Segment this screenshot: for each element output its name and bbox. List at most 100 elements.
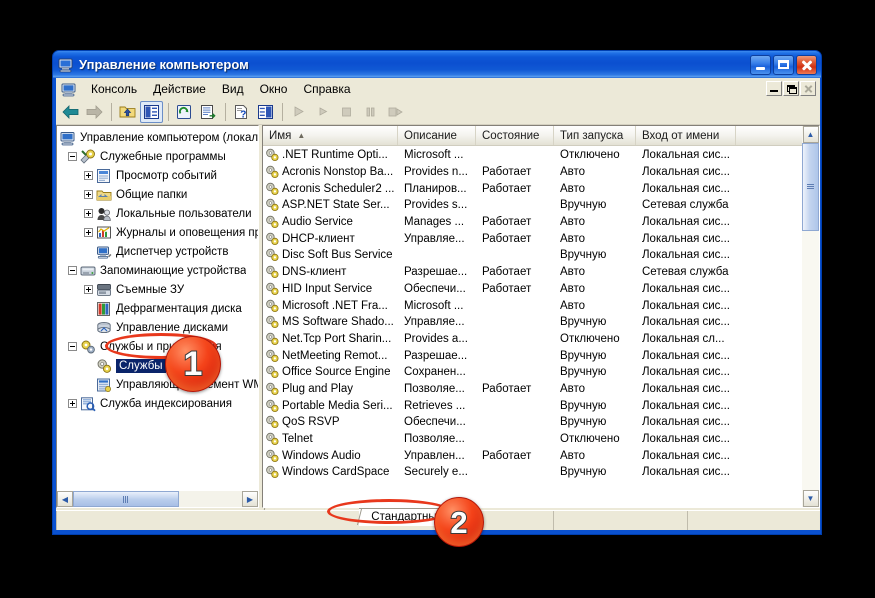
table-row[interactable]: Disc Soft Bus Service Вручную Локальная си…	[263, 247, 802, 264]
chevron-up-icon[interactable]: ▲	[802, 126, 819, 143]
tree-item-indexing-service[interactable]: Служба индексирования	[57, 394, 258, 413]
window-titlebar[interactable]: Управление компьютером	[53, 51, 821, 78]
tree-item-system-tools[interactable]: Служебные программы	[57, 147, 258, 166]
shared-folders-icon	[96, 187, 112, 203]
tree-item-storage[interactable]: Запоминающие устройства	[57, 261, 258, 280]
table-row[interactable]: Acronis Nonstop Ba... Provides n... Работа…	[263, 164, 802, 181]
cell-log-on-as: Сетевая служба	[642, 266, 729, 279]
table-row[interactable]: Windows CardSpace Securely e... Вручную Лок…	[263, 464, 802, 481]
cell-state: Работает	[482, 266, 532, 279]
cell-state: Работает	[482, 449, 532, 462]
table-row[interactable]: Telnet Позволяе... Отключено Локальная сис.…	[263, 431, 802, 448]
service-gear-icon	[265, 232, 280, 246]
show-hide-console-tree-icon[interactable]	[140, 100, 163, 123]
cell-startup-type: Отключено	[560, 149, 620, 162]
table-row[interactable]: .NET Runtime Opti... Microsoft ... Отключе…	[263, 147, 802, 164]
properties-icon[interactable]	[254, 101, 277, 123]
table-row[interactable]: DHCP-клиент Управляе... Работает Авто Локаль…	[263, 230, 802, 247]
expand-toggle-icon[interactable]	[84, 190, 93, 199]
column-header-startup-type[interactable]: Тип запуска	[554, 126, 636, 145]
cell-name: DHCP-клиент	[263, 232, 398, 246]
service-gear-icon	[265, 182, 280, 196]
sort-ascending-icon: ▲	[297, 131, 306, 140]
column-header-state[interactable]: Состояние	[476, 126, 554, 145]
up-one-level-icon[interactable]	[116, 101, 139, 123]
refresh-icon[interactable]	[173, 101, 196, 123]
tree-horizontal-scrollbar[interactable]: ◀ ▶	[57, 491, 258, 507]
cell-description: Microsoft ...	[404, 299, 464, 312]
tree-item-event-viewer[interactable]: Просмотр событий	[57, 166, 258, 185]
system-tools-icon	[80, 149, 96, 165]
expand-toggle-icon[interactable]	[84, 285, 93, 294]
expand-toggle-icon[interactable]	[84, 228, 93, 237]
tree-item-services[interactable]: Службы	[57, 356, 258, 375]
cell-name: Windows CardSpace	[263, 465, 398, 479]
menu-item-action[interactable]: Действие	[145, 80, 214, 98]
table-row[interactable]: Microsoft .NET Fra... Microsoft ... Авто Ло…	[263, 297, 802, 314]
tree-item-disk-defragmenter[interactable]: Дефрагментация диска	[57, 299, 258, 318]
menu-item-help[interactable]: Справка	[295, 80, 358, 98]
table-row[interactable]: DNS-клиент Разрешае... Работает Авто Сетевая…	[263, 264, 802, 281]
chevron-right-icon[interactable]: ▶	[242, 491, 258, 507]
column-header-extra[interactable]	[736, 126, 806, 145]
console-tree: Управление компьютером (локаль Служебные…	[57, 126, 258, 491]
table-row[interactable]: Plug and Play Позволяе... Работает Авто Лока…	[263, 381, 802, 398]
expand-toggle-icon[interactable]	[84, 209, 93, 218]
scrollbar-thumb[interactable]	[802, 143, 819, 231]
console-tree-pane[interactable]: Управление компьютером (локаль Служебные…	[56, 125, 259, 508]
table-row[interactable]: HID Input Service Обеспечи... Работает Авто…	[263, 281, 802, 298]
table-row[interactable]: Net.Tcp Port Sharin... Provides a... Отклю…	[263, 331, 802, 348]
tree-item-removable-storage[interactable]: Съемные ЗУ	[57, 280, 258, 299]
chevron-left-icon[interactable]: ◀	[57, 491, 73, 507]
toolbar: ?	[56, 99, 820, 125]
tree-item-local-users[interactable]: Локальные пользователи	[57, 204, 258, 223]
table-row[interactable]: Acronis Scheduler2 ... Планиров... Работае…	[263, 180, 802, 197]
defrag-icon	[96, 301, 112, 317]
table-row[interactable]: Office Source Engine Сохранен... Вручную Ло…	[263, 364, 802, 381]
cell-description: Retrieves ...	[404, 399, 466, 412]
list-vertical-scrollbar[interactable]: ▲ ▼	[802, 126, 819, 507]
table-row[interactable]: ASP.NET State Ser... Provides s... Вручную…	[263, 197, 802, 214]
help-icon[interactable]: ?	[230, 101, 253, 123]
table-row[interactable]: Windows Audio Управлен... Работает Авто Лока…	[263, 447, 802, 464]
cell-startup-type: Вручную	[560, 349, 607, 362]
mdi-minimize-icon[interactable]	[766, 81, 782, 96]
column-header-name[interactable]: Имя ▲	[263, 126, 398, 145]
tree-item-disk-management[interactable]: Управление дисками	[57, 318, 258, 337]
export-list-icon[interactable]	[197, 101, 220, 123]
table-row[interactable]: Portable Media Seri... Retrieves ... Вручн…	[263, 397, 802, 414]
table-row[interactable]: NetMeeting Remot... Разрешае... Вручную Лок…	[263, 347, 802, 364]
cell-startup-type: Отключено	[560, 332, 620, 345]
scrollbar-track[interactable]	[73, 491, 242, 507]
collapse-toggle-icon[interactable]	[68, 342, 77, 351]
back-icon[interactable]	[59, 101, 82, 123]
tree-item-services-and-applications[interactable]: Службы и приложения	[57, 337, 258, 356]
table-row[interactable]: QoS RSVP Обеспечи... Вручную Локальная сис.…	[263, 414, 802, 431]
tree-item-performance-logs[interactable]: Журналы и оповещения пр	[57, 223, 258, 242]
scrollbar-thumb[interactable]	[73, 491, 179, 507]
menu-item-window[interactable]: Окно	[252, 80, 296, 98]
tree-item-shared-folders[interactable]: Общие папки	[57, 185, 258, 204]
collapse-toggle-icon[interactable]	[68, 152, 77, 161]
scrollbar-track[interactable]	[802, 143, 819, 490]
cell-description: Provides n...	[404, 166, 468, 179]
expand-toggle-icon[interactable]	[68, 399, 77, 408]
column-header-log-on-as[interactable]: Вход от имени	[636, 126, 736, 145]
services-list-pane[interactable]: Имя ▲ Описание Состояние Тип запуска Вхо…	[262, 125, 820, 508]
table-row[interactable]: MS Software Shado... Управляе... Вручную Ло…	[263, 314, 802, 331]
event-viewer-icon	[96, 168, 112, 184]
mdi-restore-icon[interactable]	[783, 81, 799, 96]
maximize-icon[interactable]	[773, 54, 794, 75]
tree-item-device-manager[interactable]: Диспетчер устройств	[57, 242, 258, 261]
minimize-icon[interactable]	[750, 54, 771, 75]
column-header-description[interactable]: Описание	[398, 126, 476, 145]
menu-item-view[interactable]: Вид	[214, 80, 252, 98]
tree-item-wmi-control[interactable]: Управляющий элемент WM	[57, 375, 258, 394]
chevron-down-icon[interactable]: ▼	[802, 490, 819, 507]
expand-toggle-icon[interactable]	[84, 171, 93, 180]
close-icon[interactable]	[796, 54, 817, 75]
table-row[interactable]: Audio Service Manages ... Работает Авто Лока…	[263, 214, 802, 231]
menu-item-console[interactable]: Консоль	[83, 80, 145, 98]
collapse-toggle-icon[interactable]	[68, 266, 77, 275]
tree-item-computer-management[interactable]: Управление компьютером (локаль	[57, 128, 258, 147]
